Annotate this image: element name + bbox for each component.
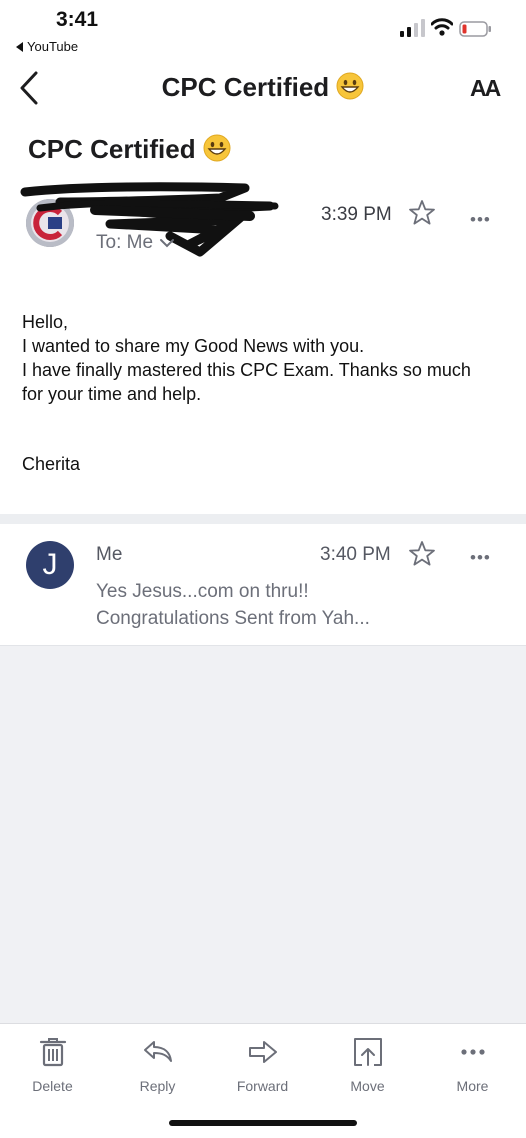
trash-icon bbox=[39, 1038, 66, 1067]
battery-icon bbox=[459, 21, 491, 37]
reply-arrow-icon bbox=[143, 1041, 172, 1062]
more-button[interactable]: More bbox=[420, 1036, 525, 1094]
body-line: I wanted to share my Good News with you. bbox=[22, 336, 365, 356]
forward-button[interactable]: Forward bbox=[210, 1036, 315, 1094]
more-options-icon[interactable]: ••• bbox=[470, 548, 491, 568]
reply-sender[interactable]: Me bbox=[96, 544, 122, 566]
body-line: Hello, bbox=[22, 312, 69, 332]
cellular-signal-icon bbox=[400, 19, 425, 37]
grinning-emoji-icon bbox=[203, 134, 231, 162]
more-options-icon[interactable]: ••• bbox=[470, 210, 491, 230]
reply-avatar[interactable]: J bbox=[26, 541, 74, 589]
empty-background bbox=[0, 645, 526, 1023]
nav-title-text: CPC Certified bbox=[161, 72, 330, 102]
message-divider bbox=[0, 514, 526, 524]
back-app-label: YouTube bbox=[27, 39, 79, 54]
reply-snippet-line[interactable]: Congratulations Sent from Yah... bbox=[96, 608, 370, 630]
nav-title: CPC Certified bbox=[0, 72, 526, 103]
body-line: for your time and help. bbox=[22, 384, 202, 404]
reply-button[interactable]: Reply bbox=[105, 1036, 210, 1094]
delete-button[interactable]: Delete bbox=[0, 1036, 105, 1094]
move-button[interactable]: Move bbox=[315, 1036, 420, 1094]
signature: Cherita bbox=[22, 454, 81, 474]
star-icon[interactable] bbox=[408, 199, 436, 227]
move-to-folder-icon bbox=[353, 1038, 382, 1066]
back-triangle-icon bbox=[16, 41, 23, 52]
email-subject: CPC Certified bbox=[28, 134, 231, 165]
reply-snippet-line[interactable]: Yes Jesus...com on thru!! bbox=[96, 581, 309, 603]
message-body: Hello, I wanted to share my Good News wi… bbox=[22, 310, 512, 406]
text-size-button[interactable]: AA bbox=[470, 75, 501, 102]
home-indicator[interactable] bbox=[169, 1120, 357, 1126]
to-label: To: Me bbox=[96, 232, 154, 253]
back-to-app-link[interactable]: YouTube bbox=[16, 39, 78, 54]
status-time: 3:41 bbox=[56, 8, 99, 31]
message-time: 3:39 PM bbox=[321, 204, 392, 225]
reply-label: Reply bbox=[139, 1078, 176, 1094]
more-dots-icon bbox=[460, 1049, 485, 1055]
reply-time: 3:40 PM bbox=[320, 544, 391, 565]
recipient-toggle[interactable]: To: Me bbox=[96, 232, 175, 254]
move-label: Move bbox=[350, 1078, 385, 1094]
star-icon[interactable] bbox=[408, 540, 436, 568]
forward-label: Forward bbox=[236, 1078, 289, 1094]
delete-label: Delete bbox=[32, 1078, 73, 1094]
more-label: More bbox=[456, 1078, 489, 1094]
subject-text: CPC Certified bbox=[28, 134, 196, 164]
grinning-emoji-icon bbox=[336, 72, 364, 100]
forward-arrow-icon bbox=[248, 1041, 277, 1063]
body-line: I have finally mastered this CPC Exam. T… bbox=[22, 360, 471, 380]
wifi-icon bbox=[431, 18, 453, 36]
chevron-down-icon bbox=[160, 239, 175, 248]
